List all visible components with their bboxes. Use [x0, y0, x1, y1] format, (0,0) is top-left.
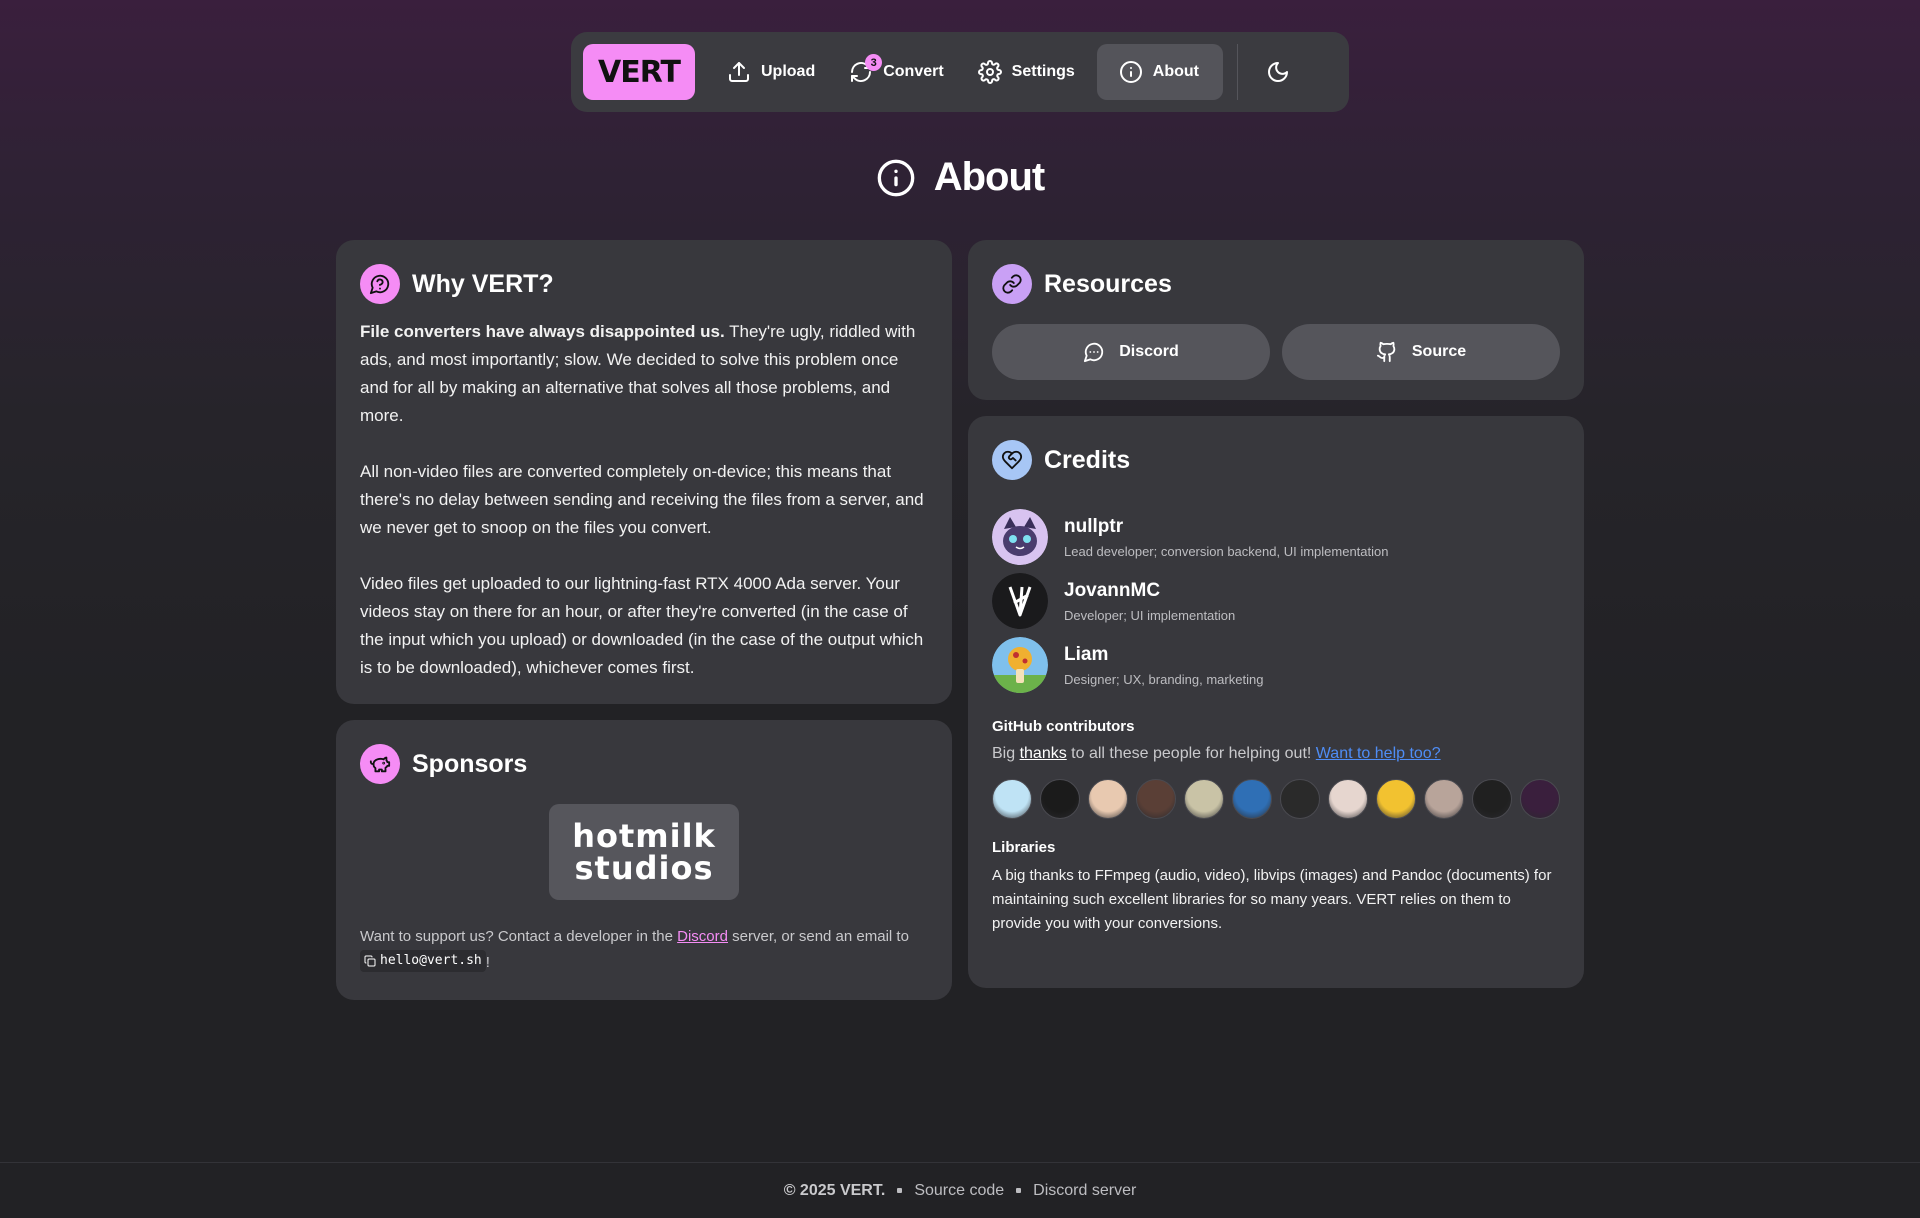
- resources-card: Resources Discord Source: [968, 240, 1584, 400]
- libraries-heading: Libraries: [992, 839, 1056, 856]
- footer-discord-link[interactable]: Discord server: [1033, 1182, 1136, 1200]
- credits-card: Credits nullptr Lead developer; conversi…: [968, 416, 1584, 988]
- upload-icon: [729, 62, 749, 82]
- why-vert-card: Why VERT? File converters have always di…: [336, 240, 952, 704]
- contributor-avatar[interactable]: [992, 779, 1032, 819]
- discord-link[interactable]: Discord: [677, 928, 728, 945]
- contributors-thanks-text: Big thanks to all these people for helpi…: [992, 745, 1560, 763]
- moon-icon: [1268, 62, 1288, 82]
- email-address: hello@vert.sh: [380, 953, 482, 968]
- discord-button[interactable]: Discord: [992, 324, 1270, 380]
- chat-bubble-icon: [1084, 342, 1104, 363]
- avatar[interactable]: [992, 509, 1048, 565]
- contributor-avatar[interactable]: [1520, 779, 1560, 819]
- vert-logo-button[interactable]: VERT: [583, 44, 695, 100]
- contributor-avatar[interactable]: [1376, 779, 1416, 819]
- why-paragraph-1: File converters have always disappointed…: [360, 318, 928, 430]
- person-role: Lead developer; conversion backend, UI i…: [1064, 543, 1389, 559]
- why-lead-text: File converters have always disappointed…: [360, 322, 725, 341]
- why-paragraph-3: Video files get uploaded to our lightnin…: [360, 574, 924, 677]
- gear-icon: [977, 60, 1002, 84]
- person-role: Developer; UI implementation: [1064, 607, 1236, 623]
- contributor-avatars: [992, 779, 1560, 819]
- question-bubble-icon: [360, 264, 400, 304]
- support-text: Want to support us? Contact a developer …: [360, 924, 928, 976]
- why-vert-title: Why VERT?: [412, 269, 554, 298]
- contributor-avatar[interactable]: [1088, 779, 1128, 819]
- nav-divider: [1237, 44, 1238, 100]
- nav-about[interactable]: About: [1096, 44, 1223, 100]
- nav-upload[interactable]: Upload: [715, 44, 837, 100]
- email-copy-button[interactable]: hello@vert.sh: [360, 950, 486, 972]
- github-contributors-heading: GitHub contributors: [992, 718, 1135, 735]
- nav-upload-label: Upload: [761, 63, 816, 80]
- github-icon: [1376, 341, 1396, 363]
- thanks-word: thanks: [1019, 745, 1067, 762]
- person-liam: Liam Designer; UX, branding, marketing: [992, 636, 1560, 694]
- nav-convert[interactable]: 3 Convert: [837, 44, 965, 100]
- person-role: Designer; UX, branding, marketing: [1064, 671, 1264, 687]
- nav-settings-label: Settings: [1011, 63, 1075, 80]
- footer-separator: [897, 1188, 903, 1193]
- person-name[interactable]: Liam: [1064, 644, 1263, 666]
- source-button[interactable]: Source: [1282, 324, 1560, 380]
- contributor-avatar[interactable]: [1040, 779, 1080, 819]
- why-vert-header: Why VERT?: [360, 264, 928, 304]
- footer-copyright: © 2025 VERT.: [783, 1181, 886, 1199]
- person-name[interactable]: nullptr: [1064, 516, 1388, 538]
- resources-title: Resources: [1044, 269, 1172, 298]
- sponsor-logo-line-2: studios: [574, 849, 714, 887]
- nav-convert-label: Convert: [883, 63, 944, 80]
- contributor-avatar[interactable]: [1232, 779, 1272, 819]
- libraries-text: A big thanks to FFmpeg (audio, video), l…: [992, 867, 1552, 932]
- info-icon: [1119, 61, 1142, 83]
- contributor-avatar[interactable]: [1136, 779, 1176, 819]
- heart-handshake-icon: [992, 440, 1032, 480]
- contributor-avatar[interactable]: [1280, 779, 1320, 819]
- sponsors-card: Sponsors hotmilk studios Want to support…: [336, 720, 952, 1000]
- why-paragraph-2: All non-video files are converted comple…: [360, 462, 924, 537]
- sponsors-header: Sponsors: [360, 744, 928, 784]
- support-text-pre: Want to support us? Contact a developer …: [360, 928, 678, 945]
- credits-header: Credits: [992, 440, 1560, 480]
- link-icon: [992, 264, 1032, 304]
- source-button-label: Source: [1411, 343, 1467, 360]
- nav-about-label: About: [1152, 63, 1199, 80]
- resources-header: Resources: [992, 264, 1560, 304]
- person-jovannmc: JovannMC Developer; UI implementation: [992, 572, 1560, 630]
- contributor-avatar[interactable]: [1472, 779, 1512, 819]
- theme-toggle-button[interactable]: [1252, 44, 1304, 100]
- top-nav: VERT Upload 3 Convert Settings About: [571, 32, 1349, 112]
- support-text-mid: server, or send an email to: [728, 928, 909, 945]
- person-name[interactable]: JovannMC: [1064, 580, 1235, 602]
- sponsors-title: Sponsors: [412, 749, 528, 778]
- sponsor-logo-line-1: hotmilk: [572, 817, 716, 855]
- credits-title: Credits: [1044, 445, 1131, 474]
- thanks-mid: to all these people for helping out!: [1066, 745, 1316, 762]
- people-list: nullptr Lead developer; conversion backe…: [992, 508, 1560, 694]
- nav-settings[interactable]: Settings: [966, 44, 1097, 100]
- hotmilk-studios-logo[interactable]: hotmilk studios: [549, 804, 739, 900]
- piggy-bank-icon: [360, 744, 400, 784]
- person-nullptr: nullptr Lead developer; conversion backe…: [992, 508, 1560, 566]
- footer: © 2025 VERT. Source code Discord server: [0, 1162, 1920, 1218]
- contributor-avatar[interactable]: [1184, 779, 1224, 819]
- resource-buttons: Discord Source: [992, 324, 1560, 380]
- footer-separator: [1016, 1188, 1022, 1193]
- support-text-post: !: [485, 954, 490, 971]
- page-title-text: About: [933, 155, 1046, 199]
- info-icon: [877, 159, 915, 196]
- want-to-help-link[interactable]: Want to help too?: [1316, 745, 1441, 762]
- page-title: About: [0, 155, 1920, 200]
- avatar[interactable]: [992, 573, 1048, 629]
- avatar[interactable]: [992, 637, 1048, 693]
- footer-source-code-link[interactable]: Source code: [914, 1182, 1004, 1200]
- copy-icon: [364, 955, 376, 967]
- contributor-avatar[interactable]: [1424, 779, 1464, 819]
- discord-button-label: Discord: [1119, 343, 1179, 360]
- thanks-pre: Big: [992, 745, 1020, 762]
- convert-count-badge: 3: [865, 54, 883, 71]
- contributor-avatar[interactable]: [1328, 779, 1368, 819]
